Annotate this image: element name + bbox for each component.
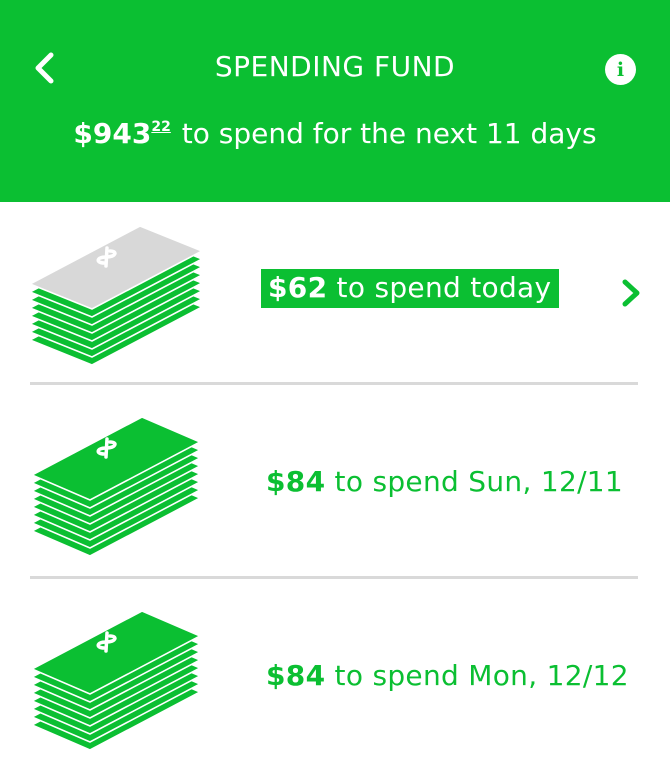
day-amount: $62 xyxy=(268,271,328,304)
money-stack-icon xyxy=(30,225,204,366)
money-stack-icon xyxy=(32,610,202,751)
info-button[interactable]: i xyxy=(605,54,636,85)
day-label-mon-12-12: $84 to spend Mon, 12/12 xyxy=(266,659,629,692)
page-title: SPENDING FUND xyxy=(214,50,456,83)
chevron-right-icon[interactable] xyxy=(620,278,642,308)
fund-summary: $94322 to spend for the next 11 days xyxy=(0,117,670,150)
day-label-today: $62 to spend today xyxy=(261,269,560,308)
day-row-sun-12-11[interactable]: $84 to spend Sun, 12/11 xyxy=(0,385,670,580)
day-row-today[interactable]: $62 to spend today xyxy=(0,202,670,397)
day-row-mon-12-12[interactable]: $84 to spend Mon, 12/12 xyxy=(0,579,670,774)
day-amount: $84 xyxy=(266,465,326,498)
day-text: to spend Sun, 12/11 xyxy=(325,465,624,498)
info-icon: i xyxy=(616,58,625,81)
day-text: to spend Mon, 12/12 xyxy=(325,659,629,692)
summary-dollars: $943 xyxy=(73,117,152,150)
money-stack-icon xyxy=(32,416,202,557)
summary-cents: 22 xyxy=(151,119,171,135)
day-label-sun-12-11: $84 to spend Sun, 12/11 xyxy=(266,465,623,498)
summary-text: to spend for the next 11 days xyxy=(172,117,597,150)
header-bar: SPENDING FUND i $94322 to spend for the … xyxy=(0,0,670,202)
day-text: to spend today xyxy=(327,271,552,304)
day-amount: $84 xyxy=(266,659,326,692)
